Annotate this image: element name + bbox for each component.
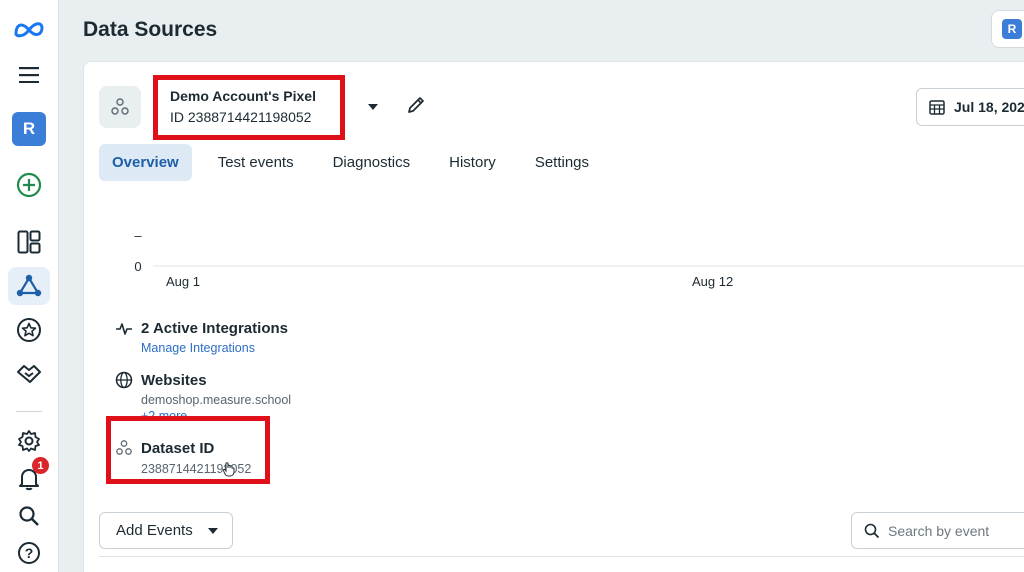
manage-integrations-link[interactable]: Manage Integrations: [141, 341, 288, 355]
tab-bar: Overview Test events Diagnostics History…: [99, 144, 615, 181]
account-avatar[interactable]: R: [8, 110, 50, 148]
chart-x-tick: Aug 12: [692, 274, 733, 289]
business-account-button[interactable]: R: [991, 10, 1024, 48]
avatar: R: [1002, 19, 1022, 39]
websites-section: Websites demoshop.measure.school +2 more: [115, 371, 291, 418]
activity-pulse-icon: [116, 322, 132, 335]
website-domain: demoshop.measure.school: [141, 393, 292, 407]
dataset-icon: [116, 440, 132, 455]
tab-overview[interactable]: Overview: [99, 144, 192, 181]
calendar-icon: [929, 100, 945, 115]
search-icon: [864, 523, 880, 538]
add-events-button[interactable]: Add Events: [99, 512, 233, 549]
websites-title: Websites: [141, 371, 207, 389]
pixel-name-highlight: Demo Account's Pixel ID 2388714421198052: [153, 75, 345, 140]
search-placeholder: Search by event: [888, 522, 990, 539]
notifications-bell-icon[interactable]: 1: [8, 457, 50, 498]
avatar: R: [12, 112, 46, 146]
tab-diagnostics[interactable]: Diagnostics: [320, 144, 424, 181]
menu-icon[interactable]: [8, 56, 50, 94]
search-icon[interactable]: [8, 497, 50, 535]
hand-cursor-icon: [222, 462, 235, 477]
chart-y-tick: –: [134, 228, 142, 243]
date-range-button[interactable]: Jul 18, 202: [916, 88, 1024, 126]
rail-divider: [16, 411, 42, 412]
section-divider: [99, 556, 1024, 557]
tab-test-events[interactable]: Test events: [205, 144, 307, 181]
globe-icon: [115, 371, 133, 389]
edit-pencil-icon[interactable]: [406, 95, 426, 120]
date-range-label: Jul 18, 202: [954, 99, 1024, 115]
create-icon[interactable]: [8, 166, 50, 204]
tab-settings[interactable]: Settings: [522, 144, 602, 181]
data-sources-icon[interactable]: [8, 267, 50, 305]
chevron-down-icon: [207, 527, 218, 534]
events-chart: 0 – Aug 1 Aug 12: [134, 228, 1024, 289]
pixel-dropdown-caret-icon[interactable]: [366, 99, 380, 117]
pixel-name: Demo Account's Pixel: [170, 88, 316, 104]
notification-badge: 1: [32, 457, 49, 474]
dataset-title: Dataset ID: [141, 439, 215, 457]
help-icon[interactable]: ?: [8, 534, 50, 572]
chart-y-tick: 0: [134, 259, 141, 274]
page-title: Data Sources: [83, 18, 218, 41]
settings-gear-icon[interactable]: [8, 422, 50, 460]
integrations-title: 2 Active Integrations: [141, 320, 288, 337]
partners-icon[interactable]: [8, 354, 50, 392]
favorites-icon[interactable]: [8, 311, 50, 349]
dashboard-icon[interactable]: [8, 223, 50, 261]
chart-x-tick: Aug 1: [166, 274, 200, 289]
tab-history[interactable]: History: [436, 144, 509, 181]
integrations-section: 2 Active Integrations Manage Integration…: [115, 320, 288, 355]
svg-text:?: ?: [25, 545, 34, 561]
meta-logo-icon[interactable]: [8, 10, 50, 48]
add-events-label: Add Events: [116, 522, 193, 539]
search-events-input[interactable]: Search by event: [851, 512, 1024, 549]
pixel-id: ID 2388714421198052: [170, 109, 312, 125]
left-nav-rail: R 1 ?: [0, 0, 59, 572]
pixel-icon: [99, 86, 141, 128]
